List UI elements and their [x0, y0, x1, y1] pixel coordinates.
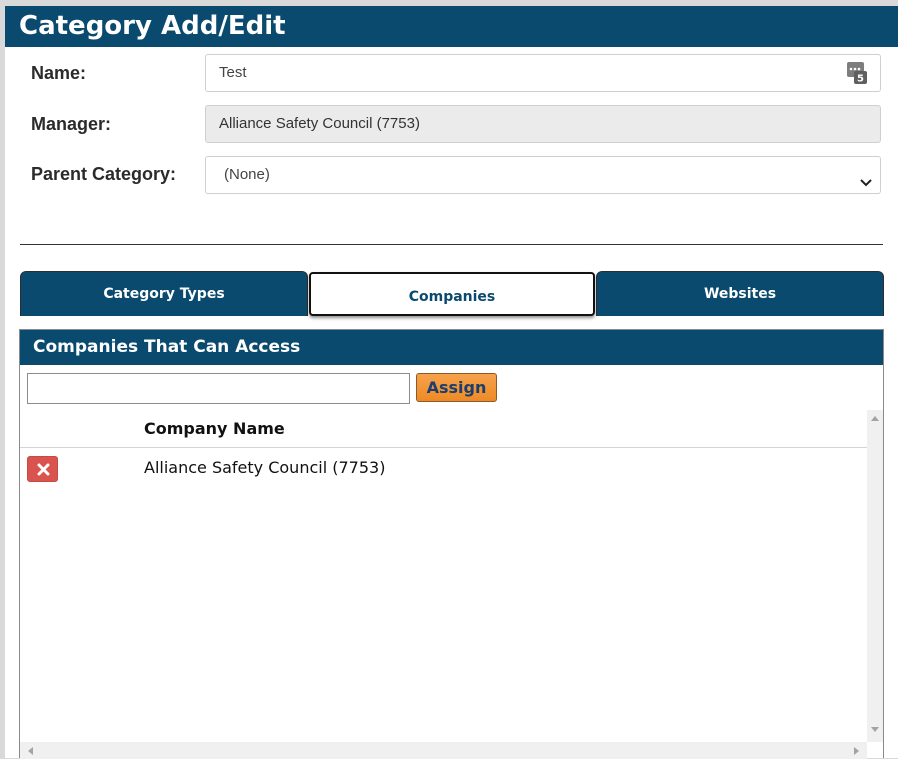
tab-websites[interactable]: Websites: [596, 271, 884, 316]
horizontal-scrollbar[interactable]: [20, 742, 867, 759]
grid-header: Company Name: [20, 410, 867, 448]
column-header-company-name[interactable]: Company Name: [144, 419, 285, 438]
manager-field-value: Alliance Safety Council (7753): [219, 115, 420, 132]
counter-icon[interactable]: 5: [847, 62, 867, 85]
name-field[interactable]: Test 5: [205, 54, 881, 92]
assign-button[interactable]: Assign: [416, 373, 497, 402]
manager-field: Alliance Safety Council (7753): [205, 105, 881, 143]
table-row: Alliance Safety Council (7753): [20, 449, 867, 487]
companies-header: Companies That Can Access: [20, 330, 883, 365]
delete-row-button[interactable]: [27, 456, 58, 482]
category-edit-panel: Category Add/Edit Name: Test 5 Manager: …: [5, 6, 898, 759]
page-title: Category Add/Edit: [5, 6, 898, 47]
section-divider: [20, 244, 883, 245]
manager-label: Manager:: [31, 114, 112, 134]
companies-grid: Company Name Alliance Safety Council (77…: [20, 410, 867, 742]
vertical-scrollbar[interactable]: [867, 410, 883, 742]
scroll-left-arrow[interactable]: [28, 747, 33, 755]
chevron-down-icon: [859, 168, 873, 187]
scroll-up-arrow[interactable]: [871, 416, 879, 421]
scroll-right-arrow[interactable]: [854, 747, 859, 755]
name-field-value: Test: [219, 64, 247, 81]
parent-category-label: Parent Category:: [31, 164, 177, 184]
close-icon: [37, 463, 50, 476]
name-label: Name:: [31, 63, 87, 83]
parent-category-value: (None): [224, 166, 270, 183]
company-name-cell: Alliance Safety Council (7753): [144, 458, 386, 477]
tab-companies[interactable]: Companies: [309, 272, 595, 316]
scroll-down-arrow[interactable]: [871, 727, 879, 732]
svg-text:5: 5: [857, 74, 864, 85]
company-search-input[interactable]: [27, 373, 410, 404]
companies-panel: Companies That Can Access Assign Company…: [19, 329, 884, 759]
tab-category-types[interactable]: Category Types: [20, 271, 308, 316]
parent-category-select[interactable]: (None): [205, 156, 881, 194]
